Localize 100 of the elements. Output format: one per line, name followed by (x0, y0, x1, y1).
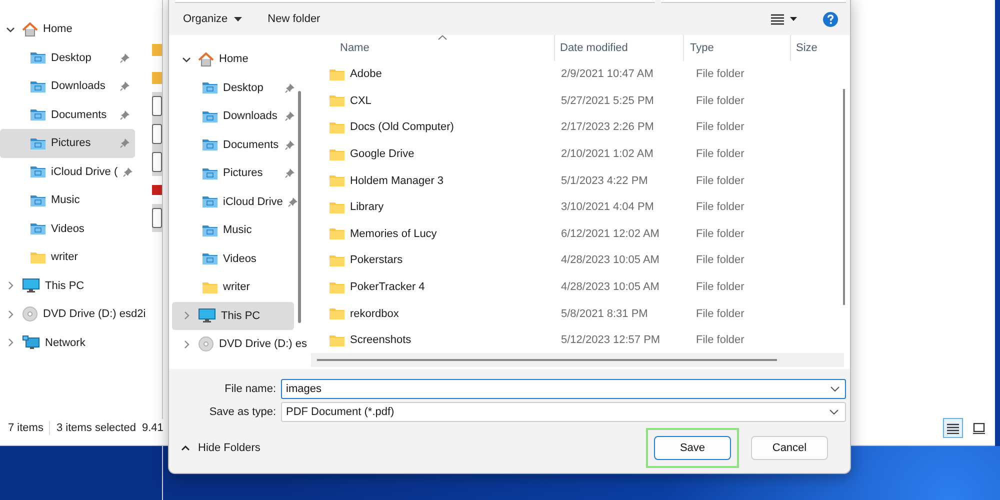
nav-item[interactable]: Documents (169, 130, 295, 159)
type-cell-text: File folder (695, 228, 746, 240)
pin-icon (285, 140, 295, 150)
column-header[interactable]: Name (311, 35, 555, 61)
column-header[interactable]: Type (684, 35, 791, 61)
nav-item[interactable]: Music (0, 186, 135, 214)
nav-item[interactable]: This PC (172, 302, 294, 330)
column-header[interactable]: Date modified (555, 35, 684, 61)
pin-icon (120, 52, 130, 63)
chevron-icon[interactable] (6, 24, 15, 34)
monitor-icon (198, 308, 216, 324)
nav-item[interactable]: Home (172, 45, 294, 74)
pictures-folder-icon (202, 166, 218, 180)
nav-item[interactable]: iCloud Drive (169, 188, 295, 216)
type-cell-text: File folder (695, 308, 746, 320)
nav-item[interactable]: writer (0, 243, 135, 272)
column-header[interactable]: Size (791, 35, 818, 61)
file-row[interactable]: Docs (Old Computer) 2/17/2023 2:26 PM File folder (311, 114, 850, 141)
nav-item[interactable]: Network (0, 328, 149, 357)
cloud-folder-icon (202, 195, 218, 208)
nav-item[interactable]: Videos (169, 244, 295, 273)
nav-item[interactable]: Pictures (0, 129, 135, 158)
status-text: 9.41 (142, 422, 164, 434)
file-row[interactable]: CXL 5/27/2021 5:25 PM File folder (311, 88, 850, 114)
nav-item[interactable]: This PC (0, 272, 149, 300)
folder-icon (202, 280, 218, 294)
folder-icon (329, 227, 345, 240)
disc-icon (22, 306, 38, 322)
file-row[interactable]: Library 3/10/2021 4:04 PM File folder (311, 194, 850, 221)
dialog-button[interactable]: Save (654, 436, 731, 460)
desktop-folder-icon (202, 81, 218, 94)
nav-item[interactable]: DVD Drive (D:) esd2i (0, 300, 149, 328)
date-cell-text: 2/9/2021 10:47 AM (560, 68, 654, 80)
nav-item[interactable]: writer (169, 273, 295, 302)
status-text: 3 items selected (56, 422, 136, 434)
file-icon (152, 208, 162, 228)
hide-folders-button[interactable]: Hide Folders (177, 438, 264, 458)
file-name: Docs (Old Computer) (350, 121, 454, 134)
cloud-folder-icon (30, 165, 46, 178)
details-view-button[interactable] (943, 418, 963, 438)
type-cell-text: File folder (695, 68, 746, 80)
chevron-down-icon[interactable] (830, 386, 840, 392)
pin-icon (288, 196, 298, 207)
nav-item[interactable]: Documents (0, 100, 135, 129)
pdf-file-icon (152, 185, 162, 195)
pin-icon (120, 110, 130, 120)
folder-icon (329, 94, 345, 108)
date-cell-text: 3/10/2021 4:04 PM (560, 201, 655, 214)
nav-item[interactable]: Downloads (169, 102, 295, 130)
nav-item[interactable]: Desktop (169, 74, 295, 102)
folder-icon (329, 120, 345, 134)
dialog-button[interactable]: Cancel (751, 436, 828, 460)
file-row[interactable]: Memories of Lucy 6/12/2021 12:02 AM File folder (311, 220, 850, 248)
videos-folder-icon (30, 222, 46, 236)
file-row[interactable]: Pokerstars 4/28/2023 10:05 AM File folder (311, 247, 850, 274)
file-name: Google Drive (350, 148, 414, 160)
documents-folder-icon (202, 138, 218, 152)
scrollbar[interactable] (317, 359, 777, 361)
nav-item[interactable]: Videos (0, 214, 135, 243)
pin-icon (120, 138, 130, 148)
folder-icon (329, 174, 345, 188)
nav-item[interactable]: Pictures (169, 159, 295, 188)
nav-item[interactable]: DVD Drive (D:) es (172, 330, 308, 358)
nav-item[interactable]: Home (0, 15, 149, 44)
nav-item[interactable]: Downloads (0, 72, 135, 100)
scrollbar[interactable] (298, 91, 301, 323)
type-cell-text: File folder (695, 334, 746, 346)
file-row[interactable]: rekordbox 5/8/2021 8:31 PM File folder (311, 300, 850, 327)
chevron-icon[interactable] (182, 54, 191, 64)
list-lines-icon (947, 422, 959, 434)
view-menu-button[interactable] (771, 14, 797, 24)
pin-icon (285, 111, 295, 122)
disc-icon (198, 336, 214, 352)
date-cell-text: 5/8/2021 8:31 PM (560, 308, 649, 320)
help-icon[interactable] (823, 12, 838, 26)
file-row[interactable]: Holdem Manager 3 5/1/2023 4:22 PM File folder (311, 167, 850, 194)
music-folder-icon (202, 224, 218, 237)
nav-item[interactable]: Music (169, 216, 295, 244)
new-folder-button[interactable]: New folder (264, 11, 324, 27)
pictures-folder-icon (30, 136, 46, 150)
file-row[interactable]: Screenshots 5/12/2023 12:57 PM File folder (311, 326, 850, 354)
file-row[interactable]: Google Drive 2/10/2021 1:02 AM File folder (311, 140, 850, 168)
file-name: Screenshots (350, 334, 412, 346)
type-cell-text: File folder (695, 174, 746, 187)
file-row[interactable]: PokerTracker 4 4/28/2023 10:05 AM File folder (311, 274, 850, 300)
file-icon (152, 152, 162, 172)
scrollbar[interactable] (843, 89, 845, 305)
file-name-field[interactable]: images (281, 379, 846, 399)
file-type-dropdown[interactable]: PDF Document (*.pdf) (281, 402, 846, 422)
downloads-folder-icon (202, 110, 218, 123)
nav-item[interactable]: Desktop (0, 44, 135, 72)
type-cell-text: File folder (695, 201, 746, 214)
organize-button[interactable]: Organize (179, 11, 246, 27)
home-icon (22, 22, 38, 37)
file-name: CXL (350, 94, 372, 107)
videos-folder-icon (202, 252, 218, 266)
folder-icon (329, 68, 345, 81)
file-row[interactable]: Adobe 2/9/2021 10:47 AM File folder (311, 61, 850, 88)
nav-item[interactable]: iCloud Drive ( (0, 158, 135, 186)
type-cell-text: File folder (695, 148, 746, 160)
